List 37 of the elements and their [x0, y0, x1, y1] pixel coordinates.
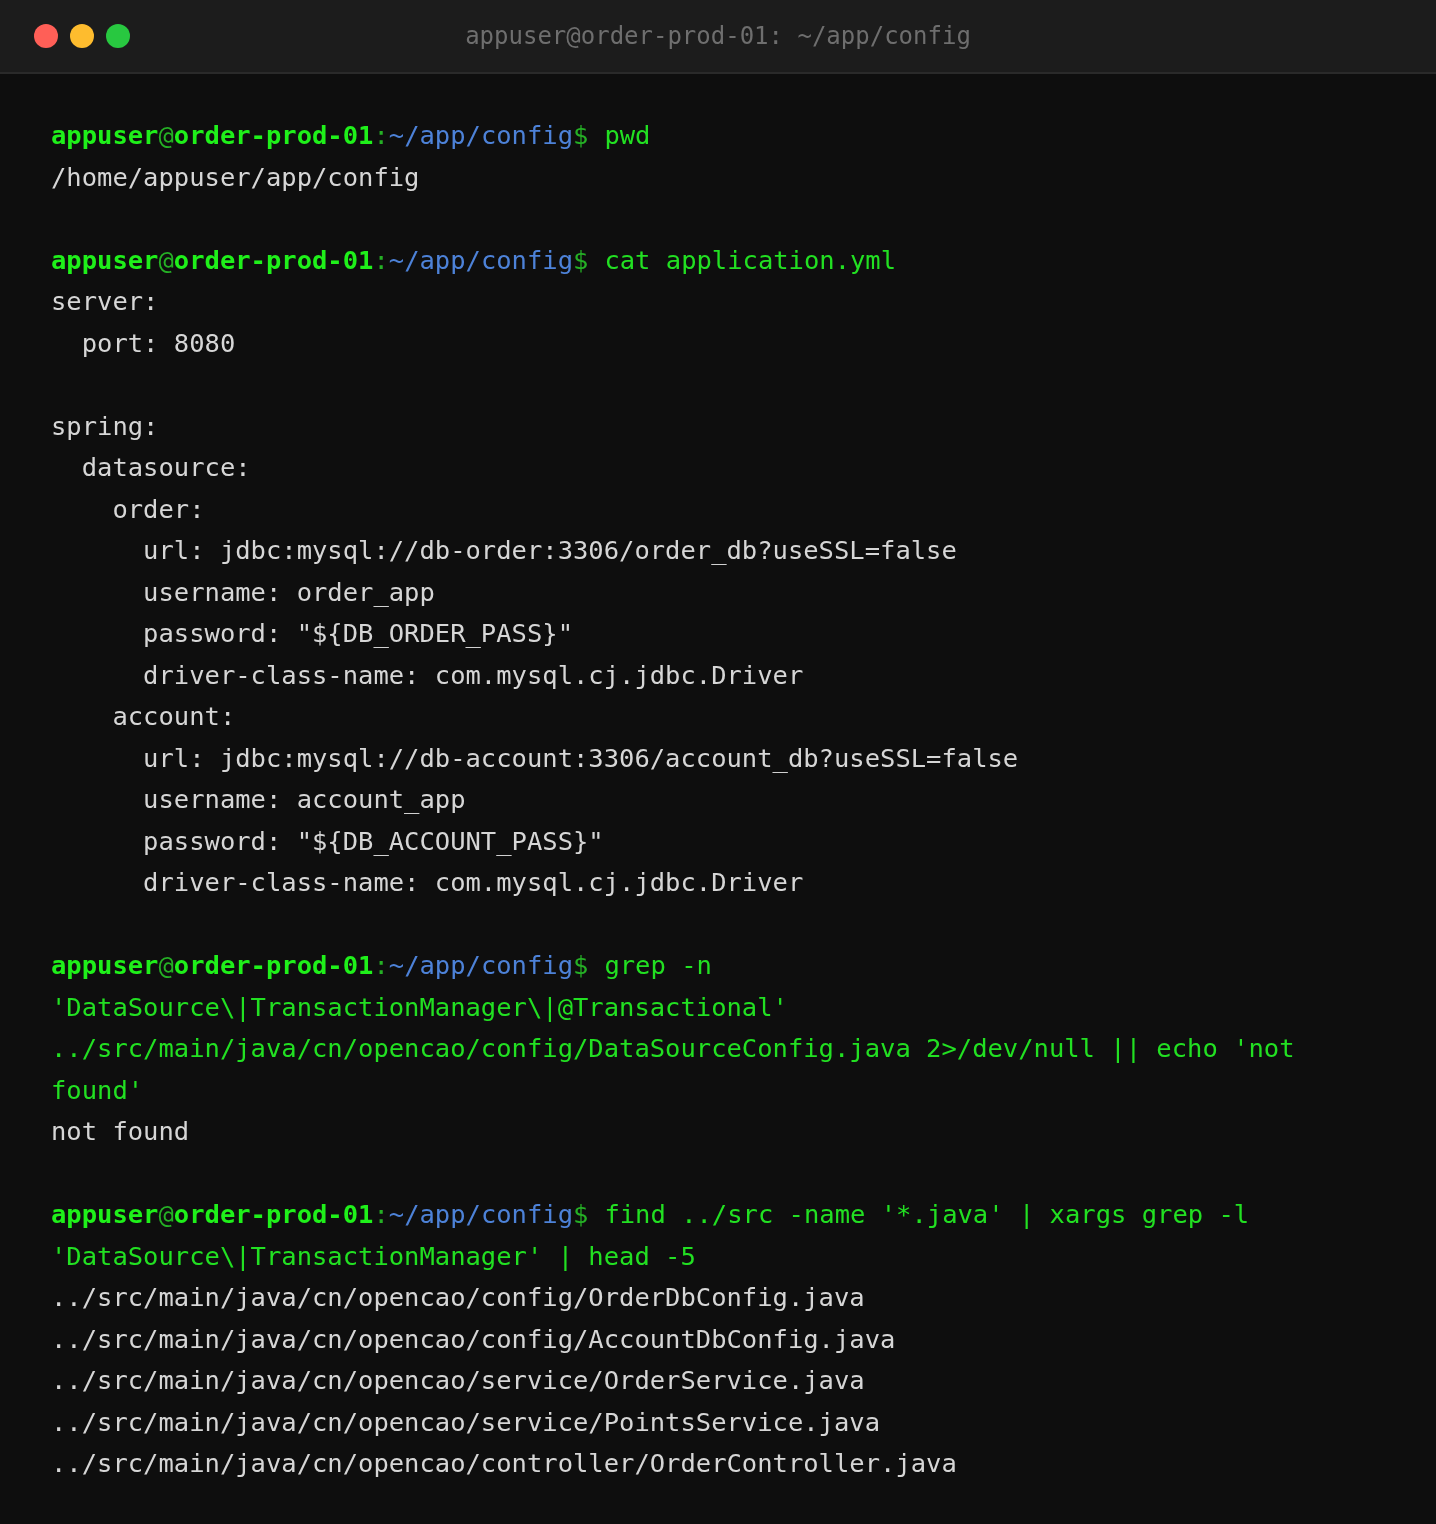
- output-line: ../src/main/java/cn/opencao/config/OrderDbConfig.java: [51, 1282, 865, 1312]
- command-text: cat application.yml: [604, 244, 897, 275]
- output-line: spring:: [51, 410, 159, 441]
- window-title: appuser@order-prod-01: ~/app/config: [465, 22, 971, 50]
- output-line: url: jdbc:mysql://db-account:3306/account_db?useSSL=false: [142, 742, 1019, 773]
- output-line: username: order_app: [142, 576, 435, 607]
- command-text: find ../src -name '*.java' | xargs grep -l: [604, 1199, 1250, 1229]
- output-line: port: 8080: [80, 327, 236, 358]
- command-text: grep -n: [604, 950, 712, 980]
- output-line: not found: [51, 1116, 190, 1146]
- minimize-window-button[interactable]: [70, 24, 94, 48]
- command-text: found': [51, 1074, 144, 1105]
- shell-prompt: appuser@order-prod-01:~/app/config$: [51, 120, 589, 150]
- output-line: ../src/main/java/cn/opencao/service/OrderService.java: [51, 1365, 865, 1395]
- output-line: account:: [111, 701, 236, 731]
- output-line: datasource:: [80, 452, 251, 482]
- output-line: url: jdbc:mysql://db-order:3306/order_db?useSSL=false: [142, 535, 957, 565]
- output-line: server:: [51, 286, 159, 316]
- close-window-button[interactable]: [34, 24, 58, 48]
- output-line: password: "${DB_ORDER_PASS}": [142, 618, 573, 648]
- output-line: driver-class-name: com.mysql.cj.jdbc.Driver: [142, 867, 804, 897]
- output-line: ../src/main/java/cn/opencao/config/AccountDbConfig.java: [51, 1323, 896, 1354]
- command-text: pwd: [604, 120, 651, 150]
- output-line: order:: [111, 493, 205, 524]
- output-line: password: "${DB_ACCOUNT_PASS}": [142, 825, 604, 856]
- shell-prompt: appuser@order-prod-01:~/app/config$: [51, 244, 589, 275]
- output-line: /home/appuser/app/config: [51, 161, 420, 192]
- zoom-window-button[interactable]: [106, 24, 130, 48]
- shell-prompt: appuser@order-prod-01:~/app/config$: [51, 1199, 589, 1229]
- output-line: ../src/main/java/cn/opencao/service/PointsService.java: [51, 1406, 881, 1437]
- command-text: ../src/main/java/cn/opencao/config/DataSourceConfig.java 2>/dev/null || echo 'not: [51, 1033, 1295, 1063]
- shell-prompt: appuser@order-prod-01:~/app/config$: [51, 950, 589, 980]
- command-text: 'DataSource\|TransactionManager\|@Transactional': [51, 991, 788, 1022]
- command-text: 'DataSource\|TransactionManager' | head -5: [51, 1240, 696, 1271]
- output-line: username: account_app: [142, 784, 466, 814]
- output-line: driver-class-name: com.mysql.cj.jdbc.Driver: [142, 659, 804, 690]
- output-line: ../src/main/java/cn/opencao/controller/OrderController.java: [51, 1448, 957, 1478]
